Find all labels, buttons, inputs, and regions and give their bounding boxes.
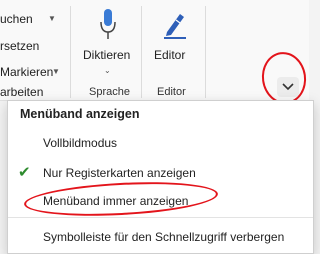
chevron-down-icon: ⌄ [104,66,111,75]
chevron-down-icon: ▼ [48,14,56,23]
dictate-label: Diktieren [83,48,131,62]
microphone-icon [100,9,116,39]
editor-pen-icon [164,14,186,39]
ribbon-group-bearbeiten-label: arbeiten [0,85,44,99]
menu-item-fullscreen[interactable]: Vollbildmodus [8,131,313,155]
ribbon-item-markieren[interactable]: Markieren ▼ [0,63,60,81]
dictate-button[interactable]: Diktieren ⌄ [80,4,136,76]
ribbon-group-bearbeiten: arbeiten [0,83,43,101]
ribbon-item-suchen[interactable]: uchen ▼ [0,10,56,28]
ribbon-separator [70,6,71,98]
menu-separator [8,217,313,218]
ribbon-item-suchen-label: uchen [0,12,33,26]
ribbon-separator [205,6,206,98]
menu-item-hide-quick-access-toolbar[interactable]: Symbolleiste für den Schnellzugriff verb… [8,225,313,249]
menu-item-label: Nur Registerkarten anzeigen [43,166,196,180]
editor-label: Editor [154,48,186,62]
menu-item-label: Symbolleiste für den Schnellzugriff verb… [43,230,285,244]
ribbon-item-ersetzen-label: rsetzen [0,39,40,53]
ribbon-item-markieren-label: Markieren [0,65,54,79]
ribbon-separator [141,6,142,98]
chevron-down-icon: ▼ [52,67,60,76]
ribbon-item-ersetzen[interactable]: rsetzen [0,37,39,55]
group-title-sprache: Sprache [89,86,130,98]
menu-header: Menüband anzeigen [20,107,140,121]
checkmark-icon: ✔ [18,164,31,181]
editor-button[interactable]: Editor [150,4,198,64]
group-title-editor: Editor [157,86,186,98]
menu-item-label: Vollbildmodus [43,136,118,150]
ribbon-display-menu: Menüband anzeigen Vollbildmodus ✔ Nur Re… [7,100,314,254]
